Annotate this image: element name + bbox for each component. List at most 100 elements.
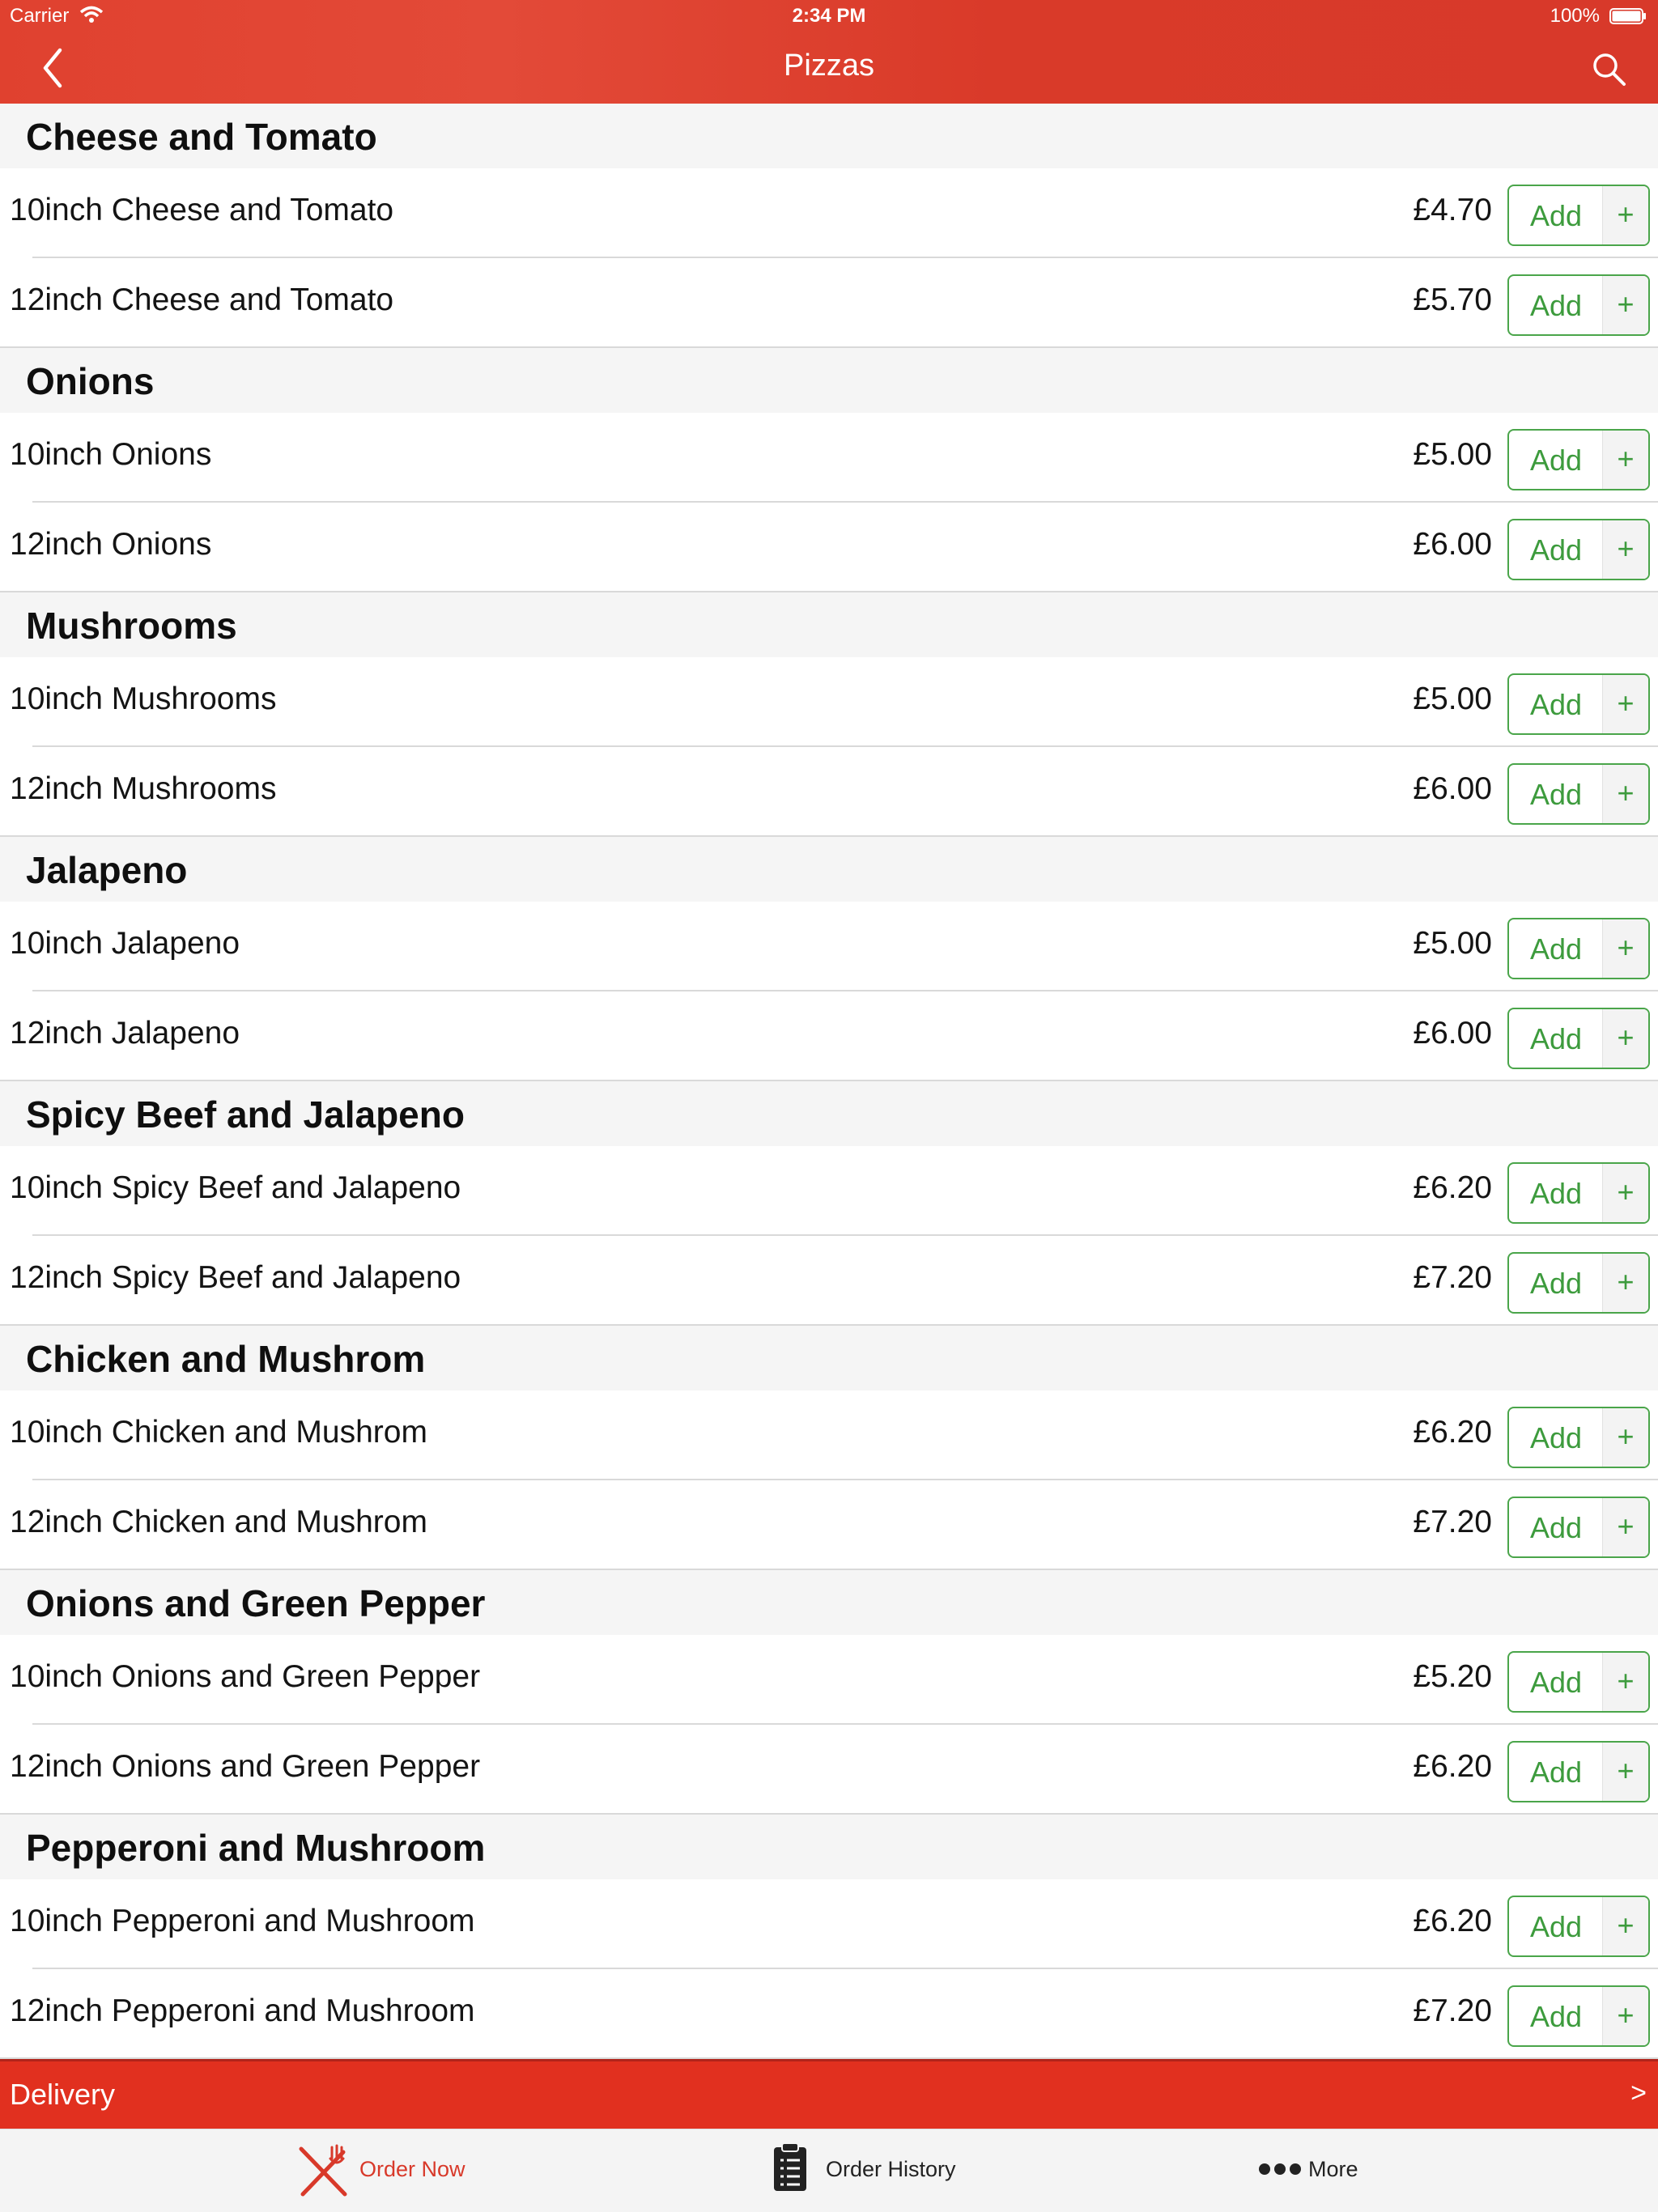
tab-more[interactable]: More	[1255, 2129, 1376, 2212]
menu-item-row[interactable]: 10inch Spicy Beef and Jalapeno £6.20 Add +	[0, 1146, 1658, 1236]
tab-order-now[interactable]: Order Now	[291, 2129, 502, 2212]
add-button[interactable]: Add +	[1507, 1741, 1650, 1802]
item-name: 10inch Chicken and Mushrom	[10, 1415, 427, 1450]
add-button-label: Add	[1529, 778, 1583, 811]
tab-label-order-history: Order History	[826, 2157, 956, 2181]
menu-item-row[interactable]: 10inch Onions and Green Pepper £5.20 Add +	[0, 1635, 1658, 1725]
add-button[interactable]: Add +	[1507, 1162, 1650, 1224]
plus-box: +	[1602, 675, 1648, 733]
item-price: £6.20	[1413, 1170, 1492, 1205]
menu-item-row[interactable]: 10inch Pepperoni and Mushroom £6.20 Add +	[0, 1879, 1658, 1969]
menu-item-row[interactable]: 12inch Jalapeno £6.00 Add +	[0, 991, 1658, 1081]
add-button[interactable]: Add +	[1507, 673, 1650, 735]
tab-order-history[interactable]: Order History	[769, 2129, 980, 2212]
add-button[interactable]: Add +	[1507, 1497, 1650, 1558]
tab-bar: Order Now Order History More	[0, 2129, 1658, 2212]
item-price: £5.20	[1413, 1659, 1492, 1694]
item-price: £6.20	[1413, 1415, 1492, 1450]
section-title: Cheese and Tomato	[26, 116, 377, 158]
item-price: £5.70	[1413, 282, 1492, 317]
delivery-bar[interactable]: Delivery >	[0, 2059, 1658, 2129]
add-button-label: Add	[1529, 1022, 1583, 1055]
add-button[interactable]: Add +	[1507, 519, 1650, 580]
menu-item-row[interactable]: 12inch Mushrooms £6.00 Add +	[0, 747, 1658, 837]
plus-icon: +	[1617, 1021, 1635, 1054]
item-name: 12inch Onions and Green Pepper	[10, 1749, 481, 1784]
section-title: Onions	[26, 360, 155, 402]
search-icon[interactable]	[1590, 50, 1627, 87]
item-name: 10inch Cheese and Tomato	[10, 193, 394, 227]
add-button[interactable]: Add +	[1507, 763, 1650, 825]
item-name: 12inch Spicy Beef and Jalapeno	[10, 1260, 461, 1295]
add-button[interactable]: Add +	[1507, 274, 1650, 336]
section-header: Spicy Beef and Jalapeno	[0, 1081, 1658, 1146]
add-button-label: Add	[1529, 932, 1583, 966]
section-title: Jalapeno	[26, 849, 188, 891]
fork-knife-icon	[299, 2144, 347, 2197]
status-time: 2:34 PM	[792, 5, 866, 27]
item-price: £6.20	[1413, 1904, 1492, 1938]
item-price: £7.20	[1413, 1993, 1492, 2028]
add-button[interactable]: Add +	[1507, 1985, 1650, 2047]
add-button-label: Add	[1529, 1666, 1583, 1699]
add-button-label: Add	[1529, 1910, 1583, 1943]
add-button-label: Add	[1529, 533, 1583, 567]
clipboard-icon	[774, 2142, 806, 2191]
item-price: £6.00	[1413, 1016, 1492, 1051]
section-header: Pepperoni and Mushroom	[0, 1815, 1658, 1879]
plus-box: +	[1602, 765, 1648, 823]
item-price: £4.70	[1413, 193, 1492, 227]
plus-icon: +	[1617, 1175, 1635, 1208]
section-header: Chicken and Mushrom	[0, 1326, 1658, 1390]
add-button[interactable]: Add +	[1507, 918, 1650, 979]
add-button[interactable]: Add +	[1507, 1407, 1650, 1468]
section-title: Pepperoni and Mushroom	[26, 1827, 486, 1869]
menu-item-row[interactable]: 10inch Onions £5.00 Add +	[0, 413, 1658, 503]
section-title: Onions and Green Pepper	[26, 1582, 486, 1624]
plus-box: +	[1602, 919, 1648, 978]
tab-label-more: More	[1308, 2157, 1358, 2181]
plus-icon: +	[1617, 1998, 1635, 2032]
add-button-label: Add	[1529, 1177, 1583, 1210]
menu-item-row[interactable]: 12inch Cheese and Tomato £5.70 Add +	[0, 258, 1658, 348]
item-name: 10inch Jalapeno	[10, 926, 240, 961]
add-button[interactable]: Add +	[1507, 429, 1650, 490]
menu-item-row[interactable]: 10inch Cheese and Tomato £4.70 Add +	[0, 168, 1658, 258]
plus-icon: +	[1617, 532, 1635, 565]
plus-box: +	[1602, 431, 1648, 489]
menu-item-row[interactable]: 10inch Chicken and Mushrom £6.20 Add +	[0, 1390, 1658, 1480]
add-button-label: Add	[1529, 688, 1583, 721]
add-button[interactable]: Add +	[1507, 1252, 1650, 1314]
menu-item-row[interactable]: 12inch Spicy Beef and Jalapeno £7.20 Add +	[0, 1236, 1658, 1326]
navigation-bar: Pizzas	[0, 32, 1658, 104]
item-name: 10inch Onions and Green Pepper	[10, 1659, 481, 1694]
status-bar: Carrier 2:34 PM 100%	[0, 0, 1658, 32]
delivery-label: Delivery	[10, 2078, 116, 2111]
plus-icon: +	[1617, 686, 1635, 720]
menu-list[interactable]: Cheese and Tomato 10inch Cheese and Tomat…	[0, 104, 1658, 2059]
item-price: £6.20	[1413, 1749, 1492, 1784]
more-dots-icon	[1259, 2163, 1301, 2175]
plus-icon: +	[1617, 1509, 1635, 1543]
menu-item-row[interactable]: 12inch Pepperoni and Mushroom £7.20 Add +	[0, 1969, 1658, 2059]
item-price: £5.00	[1413, 681, 1492, 716]
menu-item-row[interactable]: 10inch Mushrooms £5.00 Add +	[0, 657, 1658, 747]
item-price: £5.00	[1413, 926, 1492, 961]
add-button[interactable]: Add +	[1507, 1008, 1650, 1069]
section-header: Mushrooms	[0, 592, 1658, 657]
add-button[interactable]: Add +	[1507, 1896, 1650, 1957]
plus-box: +	[1602, 276, 1648, 334]
menu-item-row[interactable]: 10inch Jalapeno £5.00 Add +	[0, 902, 1658, 991]
add-button[interactable]: Add +	[1507, 1651, 1650, 1713]
item-name: 10inch Onions	[10, 437, 212, 472]
plus-box: +	[1602, 1653, 1648, 1711]
menu-item-row[interactable]: 12inch Chicken and Mushrom £7.20 Add +	[0, 1480, 1658, 1570]
plus-icon: +	[1617, 1754, 1635, 1787]
section-title: Mushrooms	[26, 605, 237, 647]
plus-box: +	[1602, 1164, 1648, 1222]
menu-item-row[interactable]: 12inch Onions £6.00 Add +	[0, 503, 1658, 592]
add-button[interactable]: Add +	[1507, 185, 1650, 246]
menu-item-row[interactable]: 12inch Onions and Green Pepper £6.20 Add +	[0, 1725, 1658, 1815]
plus-icon: +	[1617, 1420, 1635, 1453]
section-title: Spicy Beef and Jalapeno	[26, 1093, 465, 1136]
